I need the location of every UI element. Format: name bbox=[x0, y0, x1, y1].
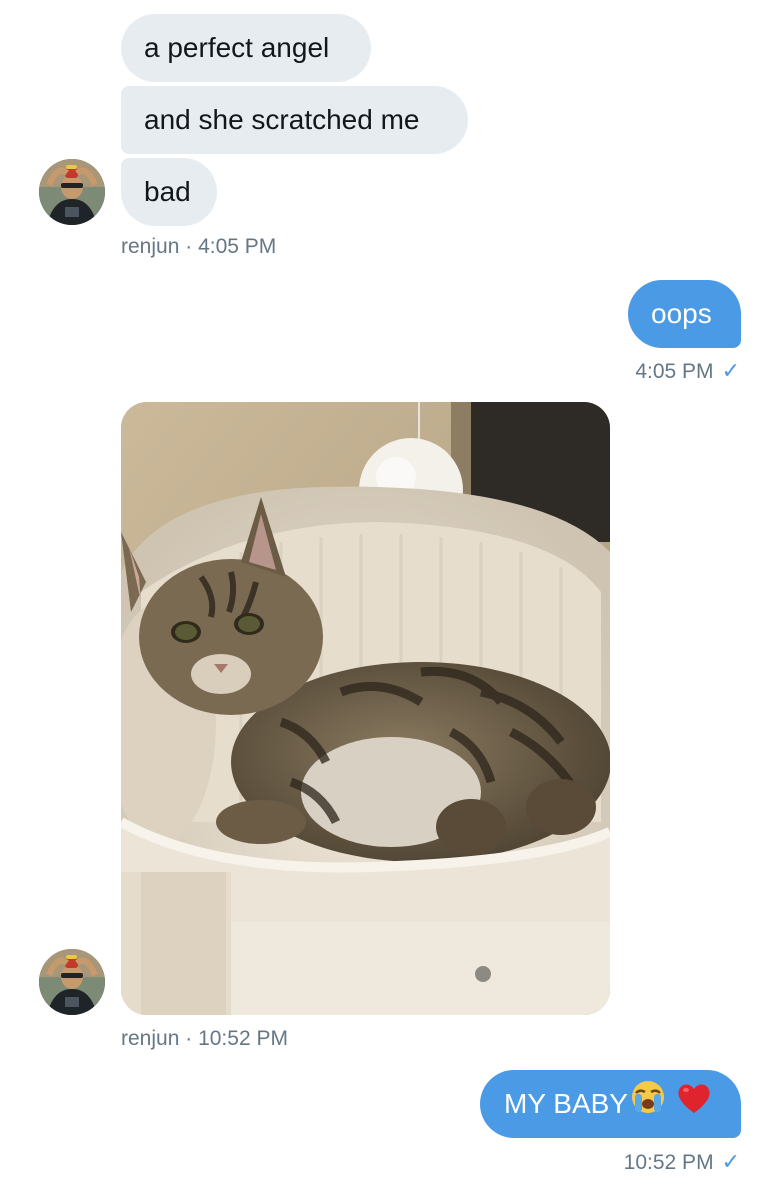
message-text: and she scratched me bbox=[144, 104, 420, 135]
sender-name[interactable]: renjun bbox=[121, 235, 179, 258]
message-time: 4:05 PM bbox=[635, 360, 714, 383]
read-check-icon: ✓ bbox=[721, 1149, 740, 1174]
message-text: bad bbox=[144, 176, 191, 207]
message-text: oops bbox=[651, 298, 712, 329]
message-text: a perfect angel bbox=[144, 32, 330, 63]
kitten-photo bbox=[121, 402, 610, 1015]
meta-separator: · bbox=[185, 235, 193, 258]
message-bubble-incoming[interactable]: and she scratched me bbox=[121, 86, 468, 154]
message-meta: 4:05 PM ✓ bbox=[635, 358, 740, 384]
message-bubble-outgoing[interactable]: oops bbox=[628, 280, 741, 348]
loudly-crying-face-emoji-icon bbox=[630, 1072, 666, 1140]
message-bubble-incoming[interactable]: a perfect angel bbox=[121, 14, 371, 82]
message-meta: renjun · 10:52 PM bbox=[121, 1027, 288, 1051]
avatar-image bbox=[39, 949, 105, 1015]
photo-attachment[interactable] bbox=[121, 402, 610, 1015]
meta-separator: · bbox=[185, 1027, 193, 1050]
message-time: 10:52 PM bbox=[198, 1027, 288, 1050]
sender-name[interactable]: renjun bbox=[121, 1027, 179, 1050]
message-time: 4:05 PM bbox=[198, 235, 277, 258]
message-bubble-incoming[interactable]: bad bbox=[121, 158, 217, 226]
avatar[interactable] bbox=[39, 949, 105, 1015]
avatar-image bbox=[39, 159, 105, 225]
avatar[interactable] bbox=[39, 159, 105, 225]
red-heart-emoji-icon bbox=[676, 1072, 712, 1140]
message-meta: renjun · 4:05 PM bbox=[121, 235, 276, 259]
message-meta: 10:52 PM ✓ bbox=[624, 1149, 740, 1175]
message-time: 10:52 PM bbox=[623, 1151, 714, 1174]
message-bubble-outgoing[interactable]: MY BABY bbox=[480, 1070, 741, 1138]
read-check-icon: ✓ bbox=[721, 358, 740, 383]
message-text: MY BABY bbox=[504, 1088, 628, 1119]
